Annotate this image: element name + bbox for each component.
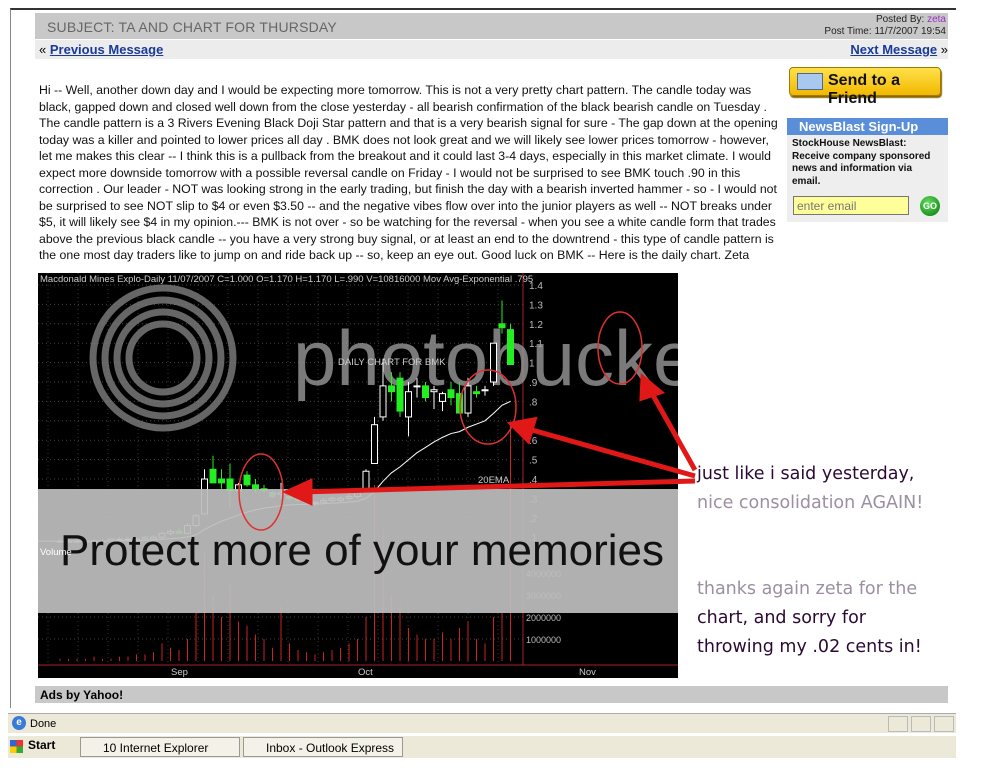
next-arrow-icon: » [940, 42, 948, 57]
annotation-line: thanks again zeta for the [697, 579, 918, 599]
price-tick-label: .6 [529, 436, 538, 447]
taskbar: Start 10 Internet Explorer Inbox - Outlo… [8, 736, 956, 758]
author-link[interactable]: zeta [927, 14, 946, 25]
status-cell [911, 716, 931, 732]
email-input[interactable] [793, 196, 909, 215]
ie-page-icon: e [12, 716, 26, 730]
previous-message-link[interactable]: Previous Message [50, 42, 163, 57]
candle-body [439, 393, 446, 402]
annotation-line: nice consolidation AGAIN! [697, 493, 924, 513]
message-nav: « Previous Message Next Message » [35, 40, 948, 59]
next-message-link[interactable]: Next Message [850, 42, 937, 57]
x-tick-label: Nov [579, 667, 596, 678]
candle-body [456, 393, 463, 414]
chart-header: Macdonald Mines Explo-Daily 11/07/2007 C… [40, 274, 533, 285]
candle-body [252, 484, 259, 490]
candle-body [481, 389, 489, 392]
candle-body [447, 389, 455, 399]
post-time: 11/7/2007 19:54 [874, 26, 946, 37]
envelope-icon [797, 73, 823, 90]
price-tick-label: .4 [529, 475, 538, 486]
candle-body [226, 478, 234, 492]
annotation-line: just like i said yesterday, [697, 464, 915, 484]
taskbar-item-outlook[interactable]: Inbox - Outlook Express [243, 737, 403, 757]
candle-body [209, 468, 217, 484]
posted-by-label: Posted By: [875, 14, 925, 25]
candle-body [490, 342, 497, 383]
candle-body [218, 478, 225, 484]
chart-title: DAILY CHART FOR BMK [338, 357, 446, 368]
stock-chart: 1.41.31.21.11.9.8.7.6.5.4.3.2.1400000030… [38, 273, 718, 678]
post-meta: Posted By: zeta Post Time: 11/7/2007 19:… [824, 14, 946, 38]
post-subject: SUBJECT: TA AND CHART FOR THURSDAY [47, 19, 337, 35]
send-to-friend-button[interactable]: Send to a Friend [789, 67, 941, 107]
newsblast-description: StockHouse NewsBlast: Receive company sp… [792, 138, 931, 187]
candle-body [413, 385, 421, 388]
candle-body [243, 474, 251, 486]
go-button[interactable]: GO [920, 196, 940, 216]
candle-body [430, 389, 438, 393]
start-button[interactable]: Start [10, 738, 55, 753]
price-tick-label: 1.3 [529, 300, 543, 311]
volume-label: Volume [40, 547, 72, 558]
price-tick-label: .7 [529, 417, 538, 428]
post-body: Hi -- Well, another down day and I would… [39, 83, 778, 262]
candle-body [464, 385, 472, 414]
candle-body [396, 377, 404, 412]
status-cell [934, 716, 954, 732]
newsblast-signup: NewsBlast Sign-Up StockHouse NewsBlast: … [787, 118, 948, 222]
status-text: Done [30, 718, 57, 730]
x-tick-label: Oct [358, 667, 373, 678]
candle-body [371, 424, 378, 464]
prev-arrow-icon: « [39, 42, 47, 57]
status-bar: e Done [8, 713, 956, 733]
candle-body [405, 391, 412, 418]
volume-tick-label: 2000000 [526, 613, 561, 623]
watermark-logo-icon [101, 296, 225, 420]
post-header: SUBJECT: TA AND CHART FOR THURSDAY Poste… [35, 13, 948, 39]
taskbar-item-ie[interactable]: 10 Internet Explorer [80, 737, 240, 757]
candle-body [379, 385, 387, 418]
candle-body [498, 323, 506, 329]
x-tick-label: Sep [171, 667, 188, 678]
send-to-friend-label: Send to a Friend [828, 72, 901, 107]
price-tick-label: .5 [529, 456, 538, 467]
watermark-banner-text: Protect more of your memories [60, 526, 664, 575]
annotation-line: chart, and sorry for [697, 608, 866, 628]
candle-body [507, 329, 514, 366]
candle-body [422, 385, 429, 399]
candle-body [473, 391, 480, 395]
chart-svg: 1.41.31.21.11.9.8.7.6.5.4.3.2.1400000030… [38, 273, 718, 678]
volume-tick-label: 1000000 [526, 635, 561, 645]
ads-by-yahoo: Ads by Yahoo! [35, 686, 948, 703]
status-cell [888, 716, 908, 732]
ema-label: 20EMA [478, 475, 510, 486]
annotation-line: throwing my .02 cents in! [697, 637, 922, 657]
candle-body [388, 385, 395, 393]
newsblast-title: NewsBlast Sign-Up [787, 118, 948, 135]
post-time-label: Post Time: [824, 26, 872, 37]
